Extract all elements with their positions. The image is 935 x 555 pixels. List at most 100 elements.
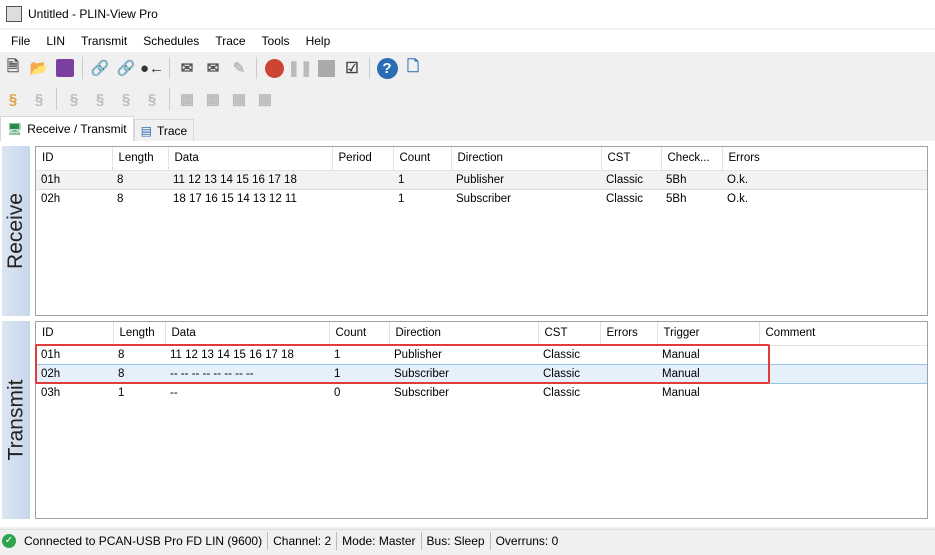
add-row-icon[interactable]: ▦ (176, 88, 198, 110)
table-cell: Manual (662, 386, 700, 399)
table-cell: -- -- -- -- -- -- -- -- (165, 363, 329, 384)
table-cell: 1 (398, 192, 405, 205)
delete-schedule-icon[interactable]: § (28, 88, 50, 110)
column-header[interactable]: Count (393, 147, 452, 171)
table-cell: Publisher (394, 348, 442, 361)
table-cell: 1 (329, 363, 389, 384)
status-mode: Mode: Master (337, 531, 422, 550)
column-header[interactable]: Trigger (657, 322, 760, 346)
menu-trace[interactable]: Trace (207, 34, 253, 48)
terminal-icon: 🖥 (7, 122, 23, 136)
column-header[interactable]: CST (538, 322, 601, 346)
pause-icon[interactable]: ❚❚ (287, 57, 312, 79)
column-header[interactable]: ID (36, 147, 113, 171)
open-folder-icon[interactable]: 📂 (28, 57, 50, 79)
trace-icon: ▤ (140, 123, 152, 138)
table-cell: O.k. (722, 169, 927, 190)
column-header[interactable]: CST (601, 147, 662, 171)
menu-transmit[interactable]: Transmit (73, 34, 135, 48)
table-cell: Manual (657, 363, 759, 384)
new-file-icon[interactable]: 🗎 (2, 57, 24, 79)
receive-table: ID Length Data Period Count Direction CST Check… (35, 146, 928, 316)
tab-bar: 🖥 Receive / Transmit ▤ Trace (0, 116, 195, 141)
table-row[interactable]: 01h 8 11 12 13 14 15 16 17 18 1 Publisher Cla… (36, 169, 927, 190)
table-row[interactable]: 02h 8 18 17 16 15 14 13 12 11 1 Subscriber Cl… (36, 189, 927, 208)
table-cell: 8 (113, 363, 165, 384)
table-row[interactable]: 03h 1 -- 0 Subscriber Classic Manual (36, 383, 927, 402)
column-header[interactable]: Length (112, 147, 169, 171)
table-cell: 02h (36, 363, 113, 384)
receive-section-label: Receive (2, 146, 30, 316)
tab-receive-transmit[interactable]: 🖥 Receive / Transmit (0, 116, 134, 141)
separator (56, 88, 57, 110)
menu-help[interactable]: Help (298, 34, 339, 48)
column-header[interactable]: Period (332, 147, 394, 171)
table-cell: 03h (41, 386, 61, 399)
table-cell: -- (170, 386, 178, 399)
table-cell (332, 189, 393, 208)
connected-check-icon: ✓ (2, 533, 16, 548)
app-icon (6, 6, 22, 22)
schedule-start-icon[interactable]: § (63, 88, 85, 110)
table-cell: Classic (543, 348, 581, 361)
column-header[interactable]: Direction (451, 147, 602, 171)
main-toolbar: 🗎 📂 🔗 🔗 ●← ✉ ✉ ✎ ❚❚ ☑ ? 🗋 (0, 54, 935, 82)
tab-trace[interactable]: ▤ Trace (133, 119, 195, 141)
table-cell: 8 (117, 192, 124, 205)
separator (82, 57, 83, 79)
table-cell (759, 345, 927, 364)
move-down-icon[interactable]: ▦ (254, 88, 276, 110)
table-cell: Subscriber (394, 386, 449, 399)
table-cell: Classic (543, 386, 581, 399)
hardware-config-icon[interactable]: ●← (140, 57, 164, 79)
table-cell (600, 345, 657, 364)
move-up-icon[interactable]: ▦ (228, 88, 250, 110)
table-row[interactable]: 02h 8 -- -- -- -- -- -- -- -- 1 Subscriber Cl… (36, 363, 927, 384)
remove-row-icon[interactable]: ▦ (202, 88, 224, 110)
new-schedule-icon[interactable]: § (2, 88, 24, 110)
table-cell: Classic (601, 169, 661, 190)
column-header[interactable]: Check... (661, 147, 723, 171)
status-bus: Bus: Sleep (422, 531, 491, 550)
table-row[interactable]: 01h 8 11 12 13 14 15 16 17 18 1 Publisher Cla… (36, 345, 927, 364)
column-header[interactable]: Data (165, 322, 330, 346)
disconnect-icon[interactable]: 🔗 (115, 57, 137, 79)
column-header[interactable]: ID (36, 322, 114, 346)
table-cell (600, 363, 657, 384)
menu-bar: File LIN Transmit Schedules Trace Tools … (0, 30, 935, 52)
table-cell: 1 (118, 386, 125, 399)
menu-tools[interactable]: Tools (254, 34, 298, 48)
menu-file[interactable]: File (3, 34, 38, 48)
record-icon[interactable] (263, 57, 285, 79)
checklist-icon[interactable]: ☑ (341, 57, 363, 79)
schedule-pause-icon[interactable]: § (89, 88, 111, 110)
table-cell (600, 383, 657, 402)
status-bar: ✓ Connected to PCAN-USB Pro FD LIN (9600… (0, 529, 935, 551)
table-cell (332, 169, 393, 190)
column-header[interactable]: Length (113, 322, 166, 346)
column-header[interactable]: Comment (759, 322, 927, 346)
menu-lin[interactable]: LIN (38, 34, 73, 48)
about-info-icon[interactable]: 🗋 (402, 57, 424, 79)
new-message-icon[interactable]: ✉ (176, 57, 198, 79)
column-header[interactable]: Data (168, 147, 333, 171)
separator (169, 57, 170, 79)
column-header[interactable]: Errors (722, 147, 927, 171)
save-icon[interactable] (54, 57, 76, 79)
tag-edit-icon[interactable]: ✎ (228, 57, 250, 79)
menu-schedules[interactable]: Schedules (135, 34, 207, 48)
table-cell: Publisher (451, 169, 601, 190)
window-title: Untitled - PLIN-View Pro (28, 7, 158, 21)
column-header[interactable]: Errors (600, 322, 658, 346)
help-icon[interactable]: ? (376, 57, 398, 79)
separator (169, 88, 170, 110)
stop-icon[interactable] (315, 57, 337, 79)
column-header[interactable]: Count (329, 322, 390, 346)
connect-icon[interactable]: 🔗 (89, 57, 111, 79)
table-cell: 5Bh (666, 192, 687, 205)
tab-label: Receive / Transmit (27, 122, 127, 136)
schedule-stop-icon[interactable]: § (141, 88, 163, 110)
edit-message-icon[interactable]: ✉ (202, 57, 224, 79)
column-header[interactable]: Direction (389, 322, 539, 346)
schedule-step-icon[interactable]: § (115, 88, 137, 110)
